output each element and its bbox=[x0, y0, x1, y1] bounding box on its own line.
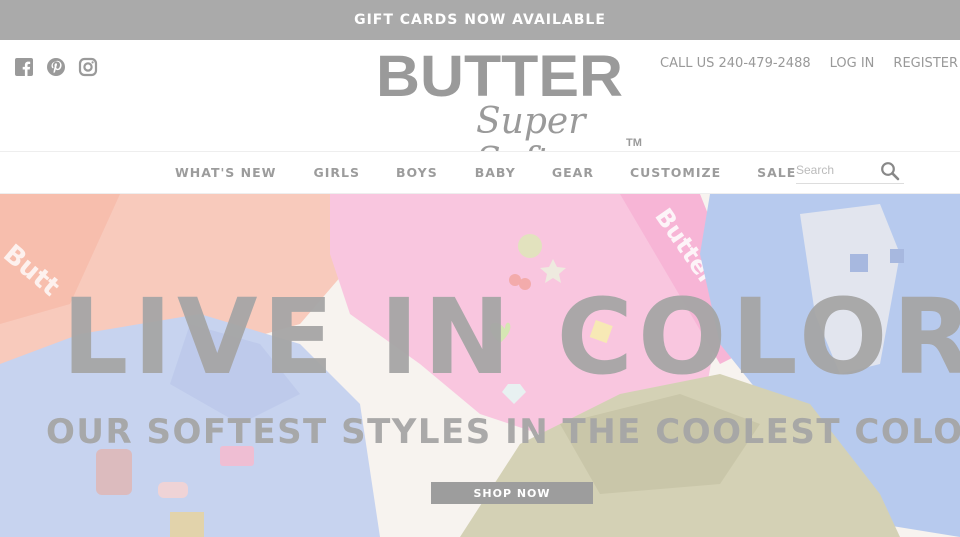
login-link[interactable]: LOG IN bbox=[830, 56, 875, 71]
utility-links: CALL US 240-479-2488 LOG IN REGISTER bbox=[660, 56, 958, 71]
nav-item-boys[interactable]: BOYS bbox=[396, 165, 438, 180]
brand-logo[interactable]: BUTTER Super Soft TM bbox=[372, 44, 652, 182]
social-links bbox=[14, 57, 98, 77]
search-input[interactable] bbox=[796, 158, 876, 182]
announcement-text[interactable]: GIFT CARDS NOW AVAILABLE bbox=[354, 12, 606, 28]
hero-banner[interactable]: Butt Butter LIVE IN COLOR OUR SOFTEST ST… bbox=[0, 194, 960, 537]
shop-now-button[interactable]: SHOP NOW bbox=[431, 482, 593, 504]
main-nav: WHAT'S NEW GIRLS BOYS BABY GEAR CUSTOMIZ… bbox=[0, 151, 960, 194]
hero-headline: LIVE IN COLOR bbox=[62, 276, 960, 398]
logo-trademark: TM bbox=[626, 137, 642, 149]
site-header: BUTTER Super Soft TM CALL US 240-479-248… bbox=[0, 40, 960, 182]
announcement-bar[interactable]: GIFT CARDS NOW AVAILABLE bbox=[0, 0, 960, 40]
facebook-icon[interactable] bbox=[14, 57, 34, 77]
pinterest-icon[interactable] bbox=[46, 57, 66, 77]
nav-item-whats-new[interactable]: WHAT'S NEW bbox=[175, 165, 276, 180]
register-link[interactable]: REGISTER bbox=[893, 56, 958, 71]
nav-item-gear[interactable]: GEAR bbox=[552, 165, 594, 180]
instagram-icon[interactable] bbox=[78, 57, 98, 77]
nav-item-girls[interactable]: GIRLS bbox=[313, 165, 360, 180]
search-icon[interactable] bbox=[880, 161, 900, 181]
nav-item-sale[interactable]: SALE bbox=[757, 165, 796, 180]
call-us-link[interactable]: CALL US 240-479-2488 bbox=[660, 56, 811, 71]
hero-subheadline: OUR SOFTEST STYLES IN THE COOLEST COLORS bbox=[46, 412, 960, 452]
nav-items: WHAT'S NEW GIRLS BOYS BABY GEAR CUSTOMIZ… bbox=[175, 152, 796, 193]
nav-item-customize[interactable]: CUSTOMIZE bbox=[630, 165, 721, 180]
logo-wordmark: BUTTER bbox=[376, 44, 623, 109]
nav-item-baby[interactable]: BABY bbox=[475, 165, 516, 180]
search-box bbox=[796, 158, 904, 184]
